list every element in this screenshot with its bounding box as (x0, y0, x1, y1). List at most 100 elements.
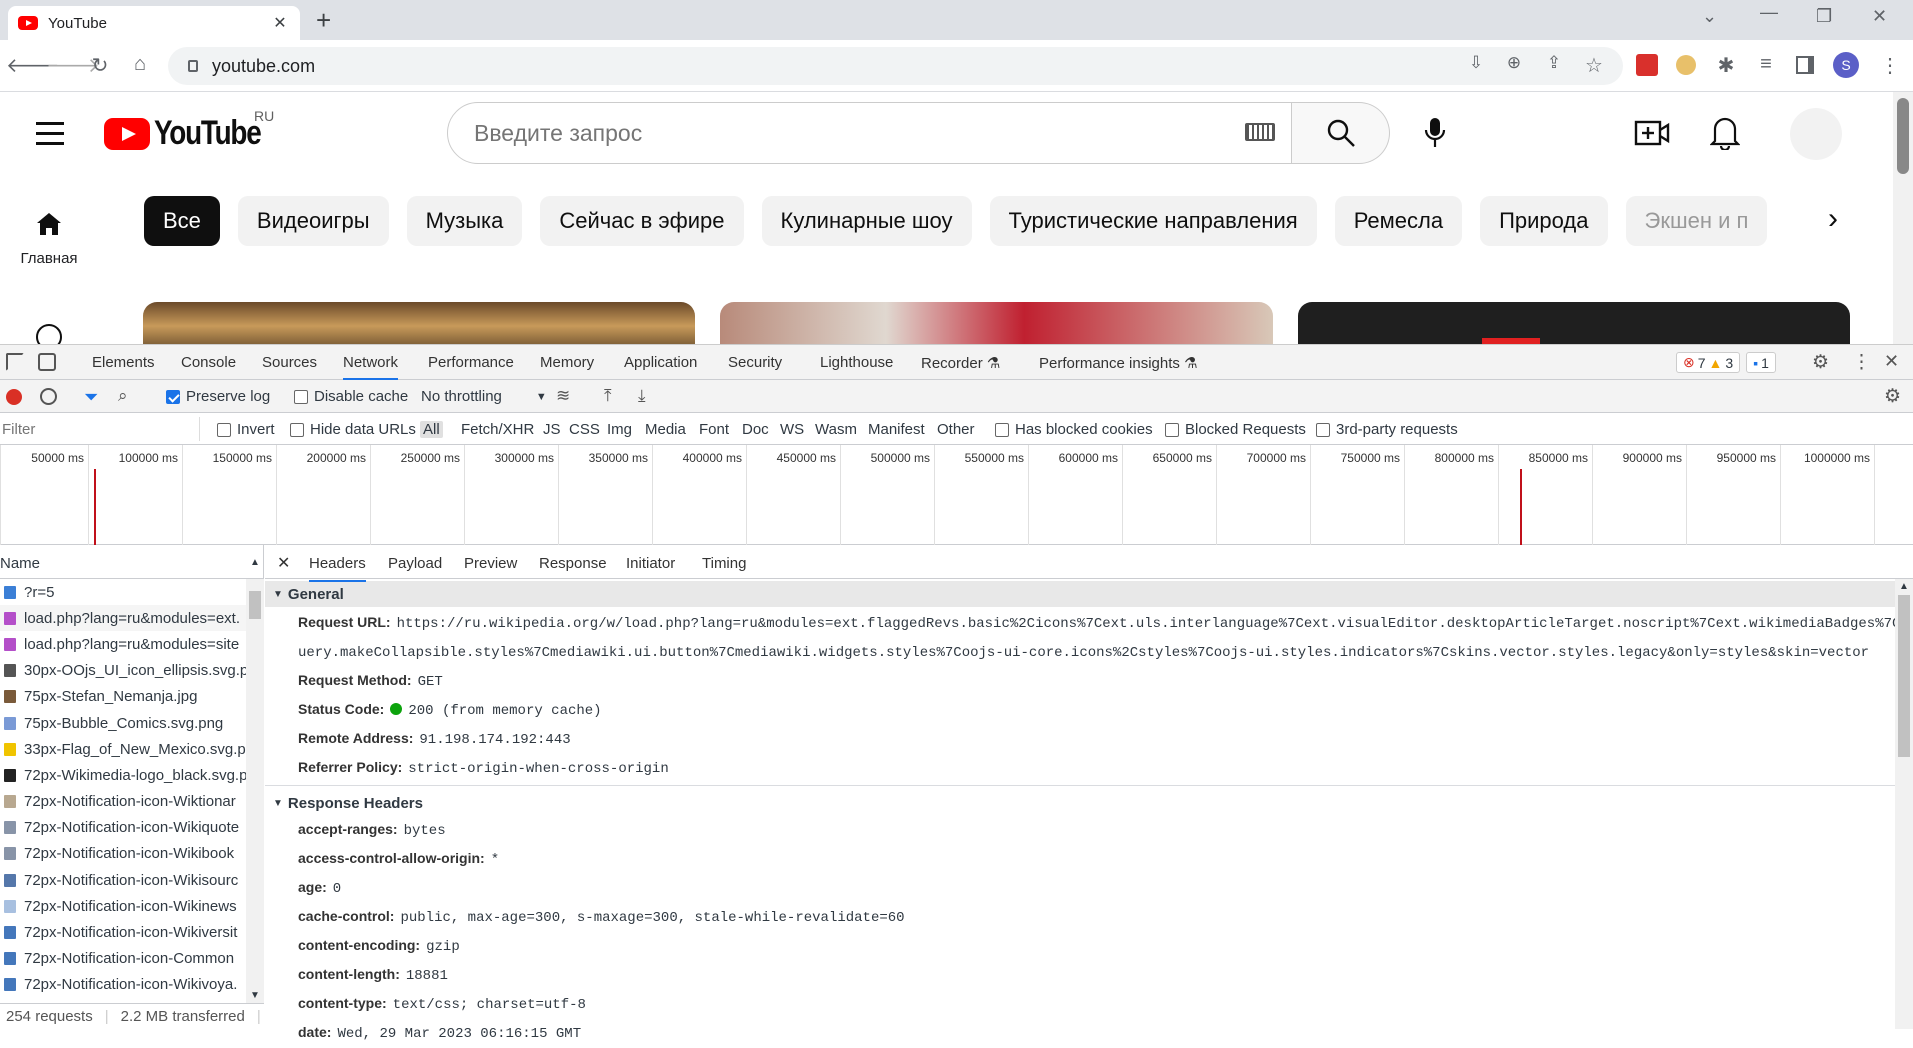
tab-search-icon[interactable]: ⌄ (1702, 6, 1717, 27)
tab-elements[interactable]: Elements (92, 354, 155, 371)
request-row[interactable]: 72px-Notification-icon-Wikibook (0, 841, 246, 867)
request-list-scrollbar[interactable]: ▼ (246, 579, 264, 1003)
response-headers-section-header[interactable]: ▼ Response Headers (265, 790, 1913, 816)
request-row[interactable]: 72px-Notification-icon-Wikinews (0, 893, 246, 919)
tab-headers[interactable]: Headers (309, 555, 366, 582)
close-window-icon[interactable]: ✕ (1872, 6, 1887, 27)
tab-recorder[interactable]: Recorder ⚗ (921, 354, 1000, 372)
forward-icon[interactable]: 🡒 (46, 53, 100, 78)
chip-nature[interactable]: Природа (1480, 196, 1608, 246)
shorts-icon[interactable] (36, 324, 62, 344)
request-row[interactable]: 30px-OOjs_UI_icon_ellipsis.svg.pn (0, 658, 246, 684)
scroll-up-icon[interactable]: ▲ (1899, 581, 1909, 592)
tab-close-icon[interactable]: ✕ (270, 13, 290, 33)
request-row[interactable]: load.php?lang=ru&modules=ext. (0, 605, 246, 632)
page-scrollbar[interactable] (1893, 92, 1913, 344)
pdf-extension-icon[interactable] (1636, 54, 1658, 76)
video-thumbnail[interactable] (1298, 302, 1850, 344)
request-row[interactable]: 72px-Notification-icon-Wikivoya. (0, 972, 246, 998)
blocked-requests-checkbox[interactable]: Blocked Requests (1165, 421, 1306, 438)
chip-all[interactable]: Все (144, 196, 220, 246)
search-button[interactable] (1292, 102, 1390, 164)
type-filter-other[interactable]: Other (937, 421, 975, 438)
third-party-checkbox[interactable]: 3rd-party requests (1316, 421, 1458, 438)
create-video-icon[interactable] (1634, 116, 1670, 150)
chip-live[interactable]: Сейчас в эфире (540, 196, 744, 246)
reading-list-icon[interactable]: ≡ (1752, 53, 1780, 76)
extensions-icon[interactable]: ✱ (1712, 53, 1740, 78)
keyboard-icon[interactable] (1245, 123, 1275, 141)
bookmark-star-icon[interactable]: ☆ (1580, 53, 1608, 78)
search-icon[interactable]: ⌕ (118, 386, 128, 406)
restore-icon[interactable]: ❐ (1816, 6, 1832, 27)
preserve-log-checkbox[interactable]: Preserve log (166, 388, 270, 405)
request-row[interactable]: load.php?lang=ru&modules=site (0, 631, 246, 657)
throttling-select[interactable]: No throttling ▼ (421, 388, 547, 405)
has-blocked-cookies-checkbox[interactable]: Has blocked cookies (995, 421, 1153, 438)
record-icon[interactable] (6, 389, 22, 405)
invert-checkbox[interactable]: Invert (217, 421, 275, 438)
checkbox[interactable] (294, 389, 308, 404)
clear-icon[interactable] (40, 388, 57, 405)
chip-videogames[interactable]: Видеоигры (237, 196, 389, 246)
sidebar-item-home[interactable]: Главная (18, 212, 80, 267)
network-settings-gear-icon[interactable]: ⚙ (1884, 385, 1901, 408)
details-scrollbar[interactable]: ▲ (1895, 579, 1913, 1029)
browser-tab[interactable]: YouTube ✕ (8, 6, 300, 40)
request-row[interactable]: 75px-Bubble_Comics.svg.png (0, 710, 246, 736)
type-filter-img[interactable]: Img (607, 421, 632, 438)
reload-icon[interactable]: ↻ (86, 53, 114, 78)
network-conditions-icon[interactable]: ≋ (556, 386, 570, 406)
chip-action[interactable]: Экшен и п (1625, 196, 1768, 246)
notifications-bell-icon[interactable] (1710, 114, 1740, 150)
settings-gear-icon[interactable]: ⚙ (1812, 351, 1829, 374)
tab-lighthouse[interactable]: Lighthouse (820, 354, 893, 371)
close-details-icon[interactable]: ✕ (277, 553, 290, 573)
tab-payload[interactable]: Payload (388, 555, 442, 572)
filter-input[interactable] (0, 417, 200, 441)
general-section-header[interactable]: ▼ General (265, 581, 1913, 607)
close-devtools-icon[interactable]: ✕ (1884, 351, 1899, 372)
new-tab-button[interactable]: + (316, 6, 331, 34)
chip-music[interactable]: Музыка (406, 196, 523, 246)
chevron-right-icon[interactable]: › (1828, 202, 1838, 236)
error-warning-badge[interactable]: ⊗ 7 ▲ 3 (1676, 352, 1741, 373)
side-panel-icon[interactable] (1796, 56, 1814, 74)
type-filter-doc[interactable]: Doc (742, 421, 769, 438)
request-row[interactable]: 72px-Notification-icon-Common (0, 946, 246, 972)
checkbox-checked[interactable] (166, 389, 180, 404)
checkbox[interactable] (1316, 422, 1330, 437)
disable-cache-checkbox[interactable]: Disable cache (294, 388, 408, 405)
type-filter-manifest[interactable]: Manifest (868, 421, 925, 438)
youtube-logo[interactable]: YouTube RU (104, 108, 284, 153)
tab-memory[interactable]: Memory (540, 354, 594, 371)
request-row[interactable]: 72px-Notification-icon-Wikiversit (0, 919, 246, 945)
scroll-thumb[interactable] (249, 591, 261, 619)
tab-network[interactable]: Network (343, 354, 399, 380)
scroll-down-icon[interactable]: ▼ (250, 990, 260, 1001)
request-row[interactable]: 72px-Wikimedia-logo_black.svg.p (0, 762, 246, 788)
profile-avatar[interactable]: S (1833, 52, 1859, 78)
checkbox[interactable] (1165, 422, 1179, 437)
tab-security[interactable]: Security (728, 354, 782, 371)
request-row[interactable]: ?r=5 (0, 579, 246, 605)
tab-application[interactable]: Application (624, 354, 697, 371)
request-row[interactable]: 72px-Notification-icon-Wiktionar (0, 789, 246, 815)
minimize-icon[interactable]: — (1760, 2, 1778, 23)
type-filter-ws[interactable]: WS (780, 421, 804, 438)
device-toolbar-icon[interactable] (38, 353, 56, 371)
export-har-icon[interactable]: ⤓ (638, 386, 646, 406)
microphone-icon[interactable] (1420, 116, 1450, 150)
share-icon[interactable]: ⇪ (1540, 53, 1568, 73)
account-avatar[interactable] (1790, 108, 1842, 160)
coin-extension-icon[interactable] (1676, 55, 1696, 75)
type-filter-wasm[interactable]: Wasm (815, 421, 857, 438)
address-bar[interactable]: youtube.com (168, 47, 1623, 85)
search-box[interactable] (447, 102, 1292, 164)
chip-travel[interactable]: Туристические направления (989, 196, 1317, 246)
checkbox[interactable] (995, 422, 1009, 437)
browser-menu-icon[interactable]: ⋮ (1876, 53, 1904, 78)
lock-icon[interactable] (188, 60, 198, 72)
zoom-icon[interactable]: ⊕ (1500, 53, 1528, 73)
checkbox[interactable] (290, 422, 304, 437)
